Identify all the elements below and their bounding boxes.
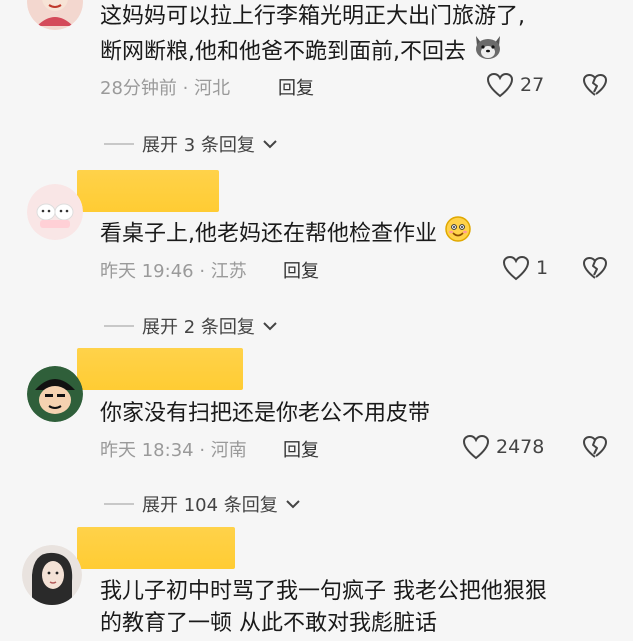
comment-text-line: 看桌子上,他老妈还在帮他检查作业 bbox=[100, 221, 437, 247]
dislike-button[interactable] bbox=[582, 73, 608, 101]
like-count: 27 bbox=[520, 74, 545, 96]
expand-replies-button[interactable]: 展开 104 条回复 bbox=[104, 491, 300, 517]
expand-replies-label: 展开 2 条回复 bbox=[142, 317, 255, 338]
comment-text: 这妈妈可以拉上行李箱光明正大出门旅游了, bbox=[100, 4, 525, 29]
reply-button[interactable]: 回复 bbox=[278, 74, 314, 100]
comment-text: 我儿子初中时骂了我一句疯子 我老公把他狠狠 bbox=[100, 579, 547, 604]
smile-emoji-icon bbox=[444, 215, 472, 254]
divider bbox=[104, 325, 134, 327]
expand-replies-button[interactable]: 展开 3 条回复 bbox=[104, 131, 277, 157]
divider bbox=[104, 503, 134, 505]
avatar[interactable] bbox=[22, 545, 82, 605]
heart-icon bbox=[502, 255, 530, 281]
expand-replies-button[interactable]: 展开 2 条回复 bbox=[104, 313, 277, 339]
husky-emoji-icon bbox=[473, 34, 503, 71]
chevron-down-icon bbox=[263, 322, 277, 331]
like-count: 2478 bbox=[496, 436, 545, 458]
comment-text: 你家没有扫把还是你老公不用皮带 bbox=[100, 401, 431, 426]
username-redacted[interactable] bbox=[77, 348, 243, 390]
broken-heart-icon bbox=[583, 73, 608, 96]
chevron-down-icon bbox=[263, 140, 277, 149]
reply-button[interactable]: 回复 bbox=[283, 257, 319, 283]
broken-heart-icon bbox=[583, 256, 608, 279]
reply-button[interactable]: 回复 bbox=[283, 436, 319, 462]
time-location: 昨天 19:46 · 江苏 bbox=[100, 261, 247, 282]
broken-heart-icon bbox=[583, 435, 608, 458]
avatar[interactable] bbox=[27, 366, 83, 422]
username-redacted[interactable] bbox=[77, 527, 235, 569]
time-location: 昨天 18:34 · 河南 bbox=[100, 440, 247, 461]
expand-replies-label: 展开 104 条回复 bbox=[142, 495, 278, 516]
dislike-button[interactable] bbox=[582, 256, 608, 284]
avatar[interactable] bbox=[27, 0, 83, 30]
expand-replies-label: 展开 3 条回复 bbox=[142, 135, 255, 156]
like-button[interactable]: 27 bbox=[486, 72, 544, 98]
like-button[interactable]: 1 bbox=[502, 255, 548, 281]
heart-icon bbox=[486, 72, 514, 98]
avatar[interactable] bbox=[27, 184, 83, 240]
comment-text-line: 断网断粮,他和他爸不跪到面前,不回去 bbox=[100, 39, 466, 65]
comment-text: 的教育了一顿 从此不敢对我彪脏话 bbox=[100, 611, 437, 636]
username-redacted[interactable] bbox=[77, 170, 219, 212]
chevron-down-icon bbox=[286, 500, 300, 509]
like-button[interactable]: 2478 bbox=[462, 434, 544, 460]
heart-icon bbox=[462, 434, 490, 460]
dislike-button[interactable] bbox=[582, 435, 608, 463]
divider bbox=[104, 143, 134, 145]
comment-text: 看桌子上,他老妈还在帮他检查作业 bbox=[100, 215, 472, 254]
comment-text: 断网断粮,他和他爸不跪到面前,不回去 bbox=[100, 34, 503, 71]
like-count: 1 bbox=[536, 257, 549, 279]
time-location: 28分钟前 · 河北 bbox=[100, 78, 231, 99]
